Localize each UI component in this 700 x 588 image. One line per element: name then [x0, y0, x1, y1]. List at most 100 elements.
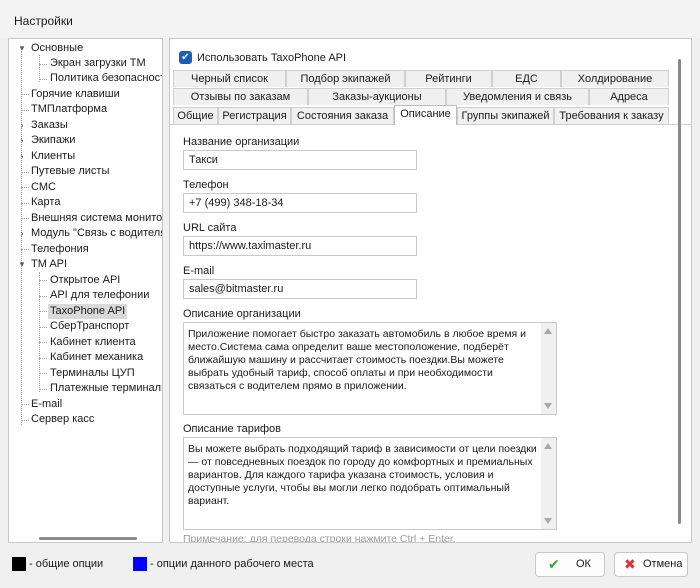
tree-connector: [21, 203, 29, 204]
tree-item-cash-server[interactable]: Сервер касс: [29, 412, 96, 427]
collapse-icon[interactable]: ▾: [16, 41, 28, 56]
tree-connector: [39, 389, 47, 390]
email-label: E-mail: [183, 265, 215, 277]
scroll-up-icon[interactable]: [544, 328, 552, 334]
tree-item-cup-terminals[interactable]: Терминалы ЦУП: [48, 366, 137, 381]
phone-input[interactable]: +7 (499) 348-18-34: [183, 193, 417, 213]
tree-item-taxophone-api[interactable]: TaxoPhone API: [48, 304, 128, 319]
use-api-label: Использовать TaxoPhone API: [197, 52, 347, 64]
vertical-scrollbar[interactable]: [541, 438, 556, 529]
tree-item-map[interactable]: Карта: [29, 195, 62, 210]
tab-ratings[interactable]: Рейтинги: [405, 70, 492, 87]
tree-item-telephony[interactable]: Телефония: [29, 242, 91, 257]
tree-item-email[interactable]: E-mail: [29, 397, 64, 412]
tree-item-external-monitoring[interactable]: Внешняя система монитори: [29, 211, 162, 226]
expand-icon[interactable]: ›: [16, 118, 28, 133]
tab-crew-groups[interactable]: Группы экипажей: [457, 107, 554, 124]
tariff-description-label: Описание тарифов: [183, 423, 281, 435]
scroll-down-icon[interactable]: [544, 403, 552, 409]
horizontal-scrollbar[interactable]: [39, 537, 137, 540]
expand-icon[interactable]: ›: [16, 226, 28, 241]
tab-notifications[interactable]: Уведомления и связь: [446, 88, 589, 105]
tree-connector: [21, 249, 29, 250]
check-icon: ✔: [548, 556, 560, 572]
tree-item-security-policy[interactable]: Политика безопасност: [48, 71, 162, 86]
tariff-description-textarea[interactable]: Вы можете выбрать подходящий тариф в зав…: [183, 437, 557, 530]
url-label: URL сайта: [183, 222, 237, 234]
url-input[interactable]: https://www.taximaster.ru: [183, 236, 417, 256]
tree-connector: [39, 280, 47, 281]
tab-crew-selection[interactable]: Подбор экипажей: [286, 70, 405, 87]
tree-connector: [21, 420, 29, 421]
tree-item-hotkeys[interactable]: Горячие клавиши: [29, 87, 122, 102]
vertical-scrollbar[interactable]: [678, 59, 681, 524]
tree-item-client-cabinet[interactable]: Кабинет клиента: [48, 335, 138, 350]
general-options-legend: - общие опции: [29, 558, 104, 570]
collapse-icon[interactable]: ▾: [16, 257, 28, 272]
scroll-down-icon[interactable]: [544, 518, 552, 524]
expand-icon[interactable]: ›: [16, 149, 28, 164]
settings-tree[interactable]: ▾ Основные Экран загрузки ТМ Политика бе…: [8, 38, 163, 543]
tab-blacklist[interactable]: Черный список: [173, 70, 286, 87]
x-icon: ✖: [624, 556, 636, 572]
tree-item-payment-terminals[interactable]: Платежные терминалы: [48, 381, 162, 396]
tab-order-states[interactable]: Состояния заказа: [291, 107, 394, 124]
tree-item-loading-screen[interactable]: Экран загрузки ТМ: [48, 56, 148, 71]
cancel-button[interactable]: ✖ Отмена: [614, 552, 688, 577]
tree-item-sbertransport[interactable]: СберТранспорт: [48, 319, 131, 334]
tab-description[interactable]: Описание: [394, 105, 457, 125]
org-name-input[interactable]: Такси: [183, 150, 417, 170]
tree-item-tmplatforma[interactable]: ТМПлатформа: [29, 102, 109, 117]
tree-connector: [21, 172, 29, 173]
tab-order-reviews[interactable]: Отзывы по заказам: [173, 88, 308, 105]
phone-label: Телефон: [183, 179, 229, 191]
org-name-label: Название организации: [183, 136, 300, 148]
tree-connector: [39, 327, 47, 328]
tree-item-osnovnye[interactable]: Основные: [29, 41, 85, 56]
window-title: Настройки: [14, 14, 73, 28]
tree-connector: [39, 296, 47, 297]
org-description-label: Описание организации: [183, 308, 301, 320]
org-description-textarea[interactable]: Приложение помогает быстро заказать авто…: [183, 322, 557, 415]
vertical-scrollbar[interactable]: [541, 323, 556, 414]
tree-item-clients[interactable]: Клиенты: [29, 149, 77, 164]
email-input[interactable]: sales@bitmaster.ru: [183, 279, 417, 299]
tab-eds[interactable]: ЕДС: [492, 70, 561, 87]
tab-addresses[interactable]: Адреса: [589, 88, 669, 105]
tree-connector: [21, 94, 29, 95]
org-description-text: Приложение помогает быстро заказать авто…: [188, 328, 529, 392]
tree-connector: [39, 373, 47, 374]
tab-registration[interactable]: Регистрация: [218, 107, 291, 124]
tree-connector: [39, 64, 47, 65]
ok-button-label: ОК: [576, 558, 591, 570]
ok-button[interactable]: ✔ ОК: [535, 552, 605, 577]
tree-connector: [21, 404, 29, 405]
general-options-swatch: [12, 557, 26, 571]
tree-item-tm-api[interactable]: TM API: [29, 257, 69, 272]
tab-holding[interactable]: Холдирование: [561, 70, 669, 87]
tree-connector: [39, 55, 40, 82]
tree-item-waybills[interactable]: Путевые листы: [29, 164, 111, 179]
tree-item-telephony-api[interactable]: API для телефонии: [48, 288, 151, 303]
tree-connector: [21, 187, 29, 188]
tree-item-sms[interactable]: СМС: [29, 180, 58, 195]
tab-order-auctions[interactable]: Заказы-аукционы: [308, 88, 446, 105]
tree-connector: [21, 110, 29, 111]
tab-order-requirements[interactable]: Требования к заказу: [554, 107, 669, 124]
expand-icon[interactable]: ›: [16, 133, 28, 148]
settings-content: ✔ Использовать TaxoPhone API Черный спис…: [169, 38, 692, 543]
tab-general[interactable]: Общие: [173, 107, 218, 124]
workplace-options-legend: - опции данного рабочего места: [150, 558, 314, 570]
tree-connector: [39, 79, 47, 80]
title-bar: Настройки: [0, 0, 700, 38]
tree-item-open-api[interactable]: Открытое API: [48, 273, 122, 288]
tree-item-mechanic-cabinet[interactable]: Кабинет механика: [48, 350, 145, 365]
tree-item-orders[interactable]: Заказы: [29, 118, 70, 133]
tree-connector: [39, 311, 47, 312]
tree-item-crews[interactable]: Экипажи: [29, 133, 77, 148]
scroll-up-icon[interactable]: [544, 443, 552, 449]
use-api-checkbox[interactable]: ✔: [179, 51, 192, 64]
line-break-hint: Примечание: для перевода строки нажмите …: [183, 533, 456, 543]
tariff-description-text: Вы можете выбрать подходящий тариф в зав…: [188, 443, 540, 507]
tree-item-driver-module[interactable]: Модуль "Связь с водителя: [29, 226, 162, 241]
